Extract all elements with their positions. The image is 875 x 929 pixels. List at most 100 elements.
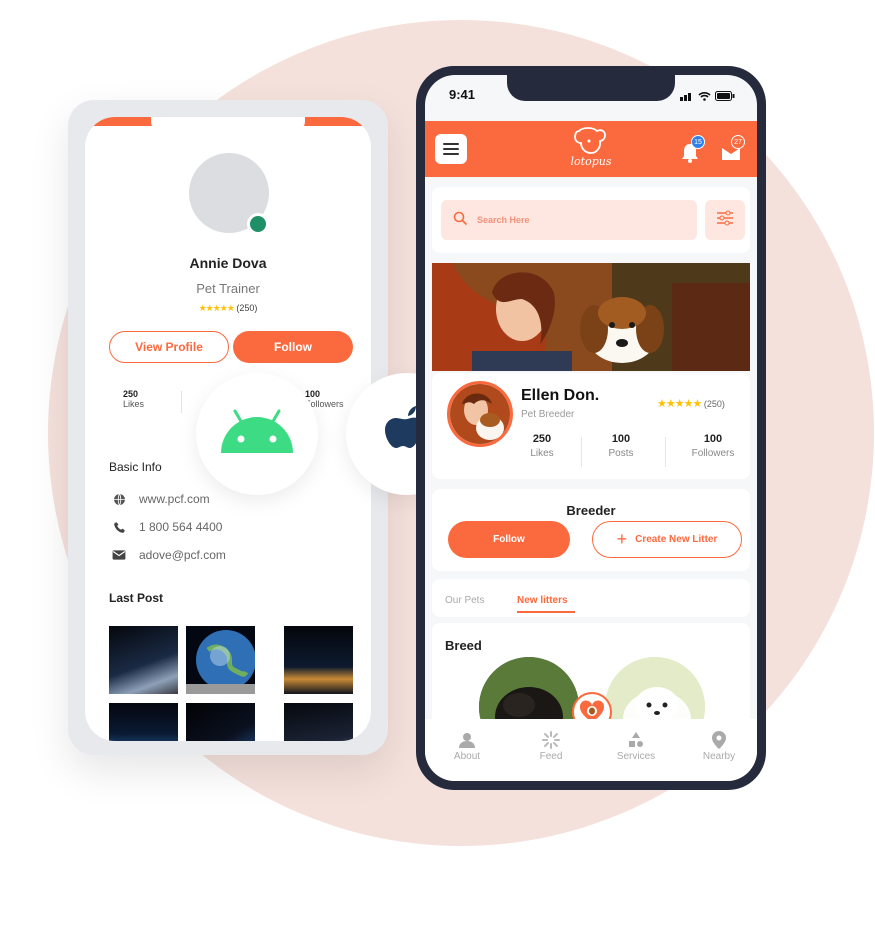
android-notch (151, 117, 305, 135)
website-row[interactable]: www.pcf.com (109, 489, 210, 509)
post-thumbnail[interactable] (284, 626, 353, 694)
stat-label: Followers (691, 448, 735, 459)
message-count-badge: 27 (731, 135, 745, 149)
stat-label: Likes (123, 399, 145, 409)
location-pin-icon (689, 729, 749, 751)
phone-icon (109, 517, 129, 537)
cover-photo (432, 263, 750, 371)
email-row[interactable]: adove@pcf.com (109, 545, 226, 565)
profile-role: Pet Trainer (196, 281, 260, 296)
battery-icon (715, 88, 735, 106)
create-new-litter-label: Create New Litter (635, 534, 718, 545)
breeder-stat-followers: 100 Followers (683, 433, 743, 459)
nav-nearby[interactable]: Nearby (689, 729, 749, 762)
rating-count: (250) (236, 303, 258, 313)
iphone: 9:41 lotopus 15 27 Search Here Ellen Don… (416, 66, 766, 790)
stat-divider (581, 437, 582, 467)
plus-icon: + (616, 529, 628, 549)
breeder-stat-posts: 100 Posts (603, 433, 639, 459)
status-icons (680, 88, 735, 106)
stat-likes: 250 Likes (123, 389, 144, 409)
signal-icon (680, 88, 694, 106)
filter-icon (716, 210, 734, 231)
online-status-dot (247, 213, 269, 235)
nav-label: Nearby (702, 751, 736, 762)
android-top-accent-left (85, 117, 155, 126)
phone-row[interactable]: 1 800 564 4400 (109, 517, 222, 537)
app-header: lotopus 15 27 (425, 121, 757, 177)
create-new-litter-button[interactable]: + Create New Litter (592, 521, 742, 558)
android-badge (196, 373, 318, 495)
rating-count: (250) (703, 399, 725, 409)
breeder-role: Pet Breeder (521, 409, 575, 420)
search-icon (453, 211, 467, 230)
post-thumbnail[interactable] (186, 703, 255, 741)
post-thumbnail[interactable] (186, 626, 255, 694)
follow-button[interactable]: Follow (233, 331, 353, 363)
nav-label: Services (616, 751, 656, 762)
stat-value: 100 (703, 433, 723, 445)
follow-button[interactable]: Follow (448, 521, 570, 558)
rating-stars-icon: ★★★★★ (657, 398, 702, 410)
hamburger-line (443, 153, 459, 155)
user-icon (437, 729, 497, 751)
iphone-notch (507, 75, 675, 101)
active-tab-indicator (517, 611, 575, 613)
stat-label: Likes (530, 448, 554, 459)
notification-button[interactable]: 15 (681, 135, 705, 163)
breeder-stat-likes: 250 Likes (525, 433, 559, 459)
filter-button[interactable] (705, 200, 745, 240)
breeder-rating: ★★★★★ (250) (657, 397, 725, 410)
post-thumbnail[interactable] (284, 703, 353, 741)
post-thumbnail[interactable] (109, 626, 178, 694)
stat-divider (665, 437, 666, 467)
globe-icon (109, 489, 129, 509)
last-post-title: Last Post (109, 591, 164, 605)
website-text: www.pcf.com (139, 492, 210, 506)
profile-rating: ★★★★★ (250) (85, 303, 371, 314)
stat-divider (181, 391, 182, 413)
app-logo[interactable]: lotopus (565, 125, 617, 173)
logo-text: lotopus (570, 155, 612, 168)
stat-value: 100 (305, 389, 321, 399)
search-placeholder: Search Here (477, 215, 530, 225)
nav-feed[interactable]: Feed (521, 729, 581, 762)
tab-new-litters[interactable]: New litters (517, 595, 568, 606)
nav-services[interactable]: Services (606, 729, 666, 762)
stat-value: 250 (123, 389, 139, 399)
services-icon (606, 729, 666, 751)
mail-icon (109, 545, 129, 565)
status-time: 9:41 (449, 87, 476, 102)
view-profile-button[interactable]: View Profile (109, 331, 229, 363)
nav-label: Feed (539, 751, 563, 762)
nav-label: About (453, 751, 481, 762)
nav-about[interactable]: About (437, 729, 497, 762)
stat-value: 100 (611, 433, 631, 445)
messages-button[interactable]: 27 (721, 135, 745, 163)
search-input[interactable]: Search Here (441, 200, 697, 240)
post-thumbnail[interactable] (109, 703, 178, 741)
iphone-screen: 9:41 lotopus 15 27 Search Here Ellen Don… (425, 75, 757, 781)
stat-value: 250 (532, 433, 552, 445)
notification-count-badge: 15 (691, 135, 705, 149)
profile-name: Annie Dova (189, 255, 267, 271)
android-top-accent-right (301, 117, 371, 126)
hamburger-line (443, 148, 459, 150)
stat-label: Posts (608, 448, 634, 459)
tab-our-pets[interactable]: Our Pets (445, 595, 484, 606)
breeder-avatar[interactable] (447, 381, 513, 447)
wifi-icon (698, 88, 711, 106)
bottom-nav: About Feed Services Nearby (425, 719, 757, 781)
menu-button[interactable] (435, 134, 467, 164)
breed-title: Breed (445, 638, 482, 653)
hamburger-line (443, 143, 459, 145)
breeder-name: Ellen Don. (521, 387, 600, 404)
breeder-title: Breeder (566, 503, 616, 518)
basic-info-title: Basic Info (109, 460, 162, 474)
showcase-stage: Annie Dova Pet Trainer ★★★★★ (250) View … (0, 0, 875, 929)
android-logo-icon (217, 407, 297, 462)
email-text: adove@pcf.com (139, 548, 226, 562)
loader-icon (521, 729, 581, 751)
phone-text: 1 800 564 4400 (139, 520, 223, 534)
rating-stars-icon: ★★★★★ (198, 303, 235, 313)
